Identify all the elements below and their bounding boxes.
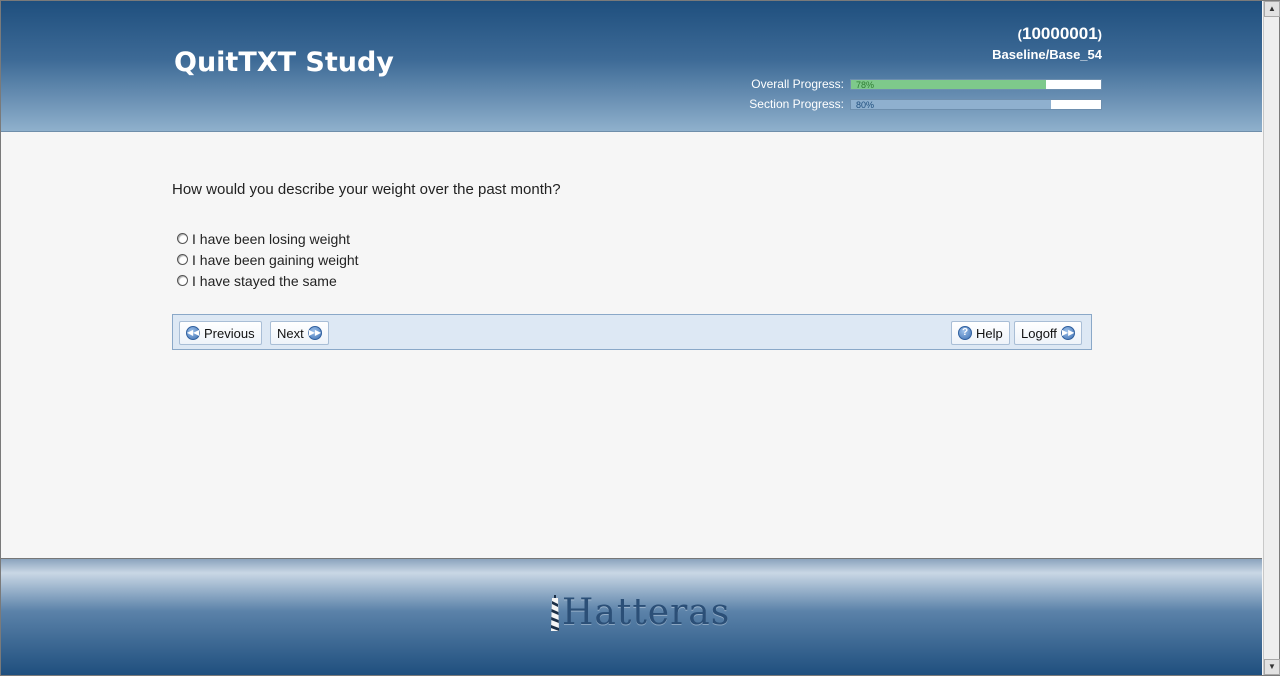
overall-progress-fill	[851, 79, 1046, 89]
scroll-up-button[interactable]: ▲	[1264, 1, 1280, 17]
overall-progress-bar: 78%	[850, 78, 1102, 90]
overall-progress: Overall Progress: 78%	[751, 77, 1102, 91]
radio-button[interactable]	[177, 254, 188, 265]
header: QuitTXT Study (10000001) Baseline/Base_5…	[1, 1, 1262, 132]
next-label: Next	[277, 325, 304, 341]
section-progress-bar: 80%	[850, 98, 1102, 110]
question-text: How would you describe your weight over …	[172, 181, 561, 198]
option-stayed-same[interactable]: I have stayed the same	[177, 270, 359, 291]
option-label: I have been gaining weight	[192, 251, 359, 268]
visit-label: Baseline/Base_54	[992, 47, 1102, 62]
vertical-scrollbar[interactable]: ▲ ▼	[1263, 1, 1280, 675]
option-losing-weight[interactable]: I have been losing weight	[177, 228, 359, 249]
participant-id-value: 10000001	[1022, 24, 1098, 43]
fast-forward-icon: ▶▶	[307, 326, 322, 340]
scroll-down-button[interactable]: ▼	[1264, 659, 1280, 675]
section-progress-fill	[851, 99, 1051, 109]
radio-button[interactable]	[177, 275, 188, 286]
help-label: Help	[976, 325, 1003, 341]
hatteras-logo: Hatteras	[549, 595, 730, 631]
footer: Hatteras	[1, 558, 1262, 675]
logoff-button[interactable]: Logoff ▶▶	[1014, 321, 1082, 345]
answer-options: I have been losing weight I have been ga…	[177, 228, 359, 291]
radio-button[interactable]	[177, 233, 188, 244]
study-title: QuitTXT Study	[174, 47, 394, 78]
navigation-bar: ◀◀ Previous Next ▶▶ ? Help Logoff ▶▶	[172, 314, 1092, 350]
fast-forward-icon: ▶▶	[1060, 326, 1075, 340]
section-progress-percent: 80%	[856, 99, 875, 110]
next-button[interactable]: Next ▶▶	[270, 321, 329, 345]
overall-progress-percent: 78%	[856, 79, 875, 90]
option-gaining-weight[interactable]: I have been gaining weight	[177, 249, 359, 270]
section-progress: Section Progress: 80%	[749, 97, 1102, 111]
previous-label: Previous	[204, 325, 255, 341]
paren-close: )	[1097, 27, 1102, 42]
help-icon: ?	[958, 326, 972, 340]
option-label: I have stayed the same	[192, 272, 337, 289]
participant-id: (10000001)	[1018, 24, 1102, 44]
previous-button[interactable]: ◀◀ Previous	[179, 321, 262, 345]
option-label: I have been losing weight	[192, 230, 350, 247]
logoff-label: Logoff	[1021, 325, 1057, 341]
overall-progress-label: Overall Progress:	[751, 77, 844, 91]
lighthouse-icon	[551, 595, 559, 631]
logo-text: Hatteras	[562, 592, 731, 633]
help-button[interactable]: ? Help	[951, 321, 1010, 345]
rewind-icon: ◀◀	[186, 326, 200, 340]
section-progress-label: Section Progress:	[749, 97, 844, 111]
